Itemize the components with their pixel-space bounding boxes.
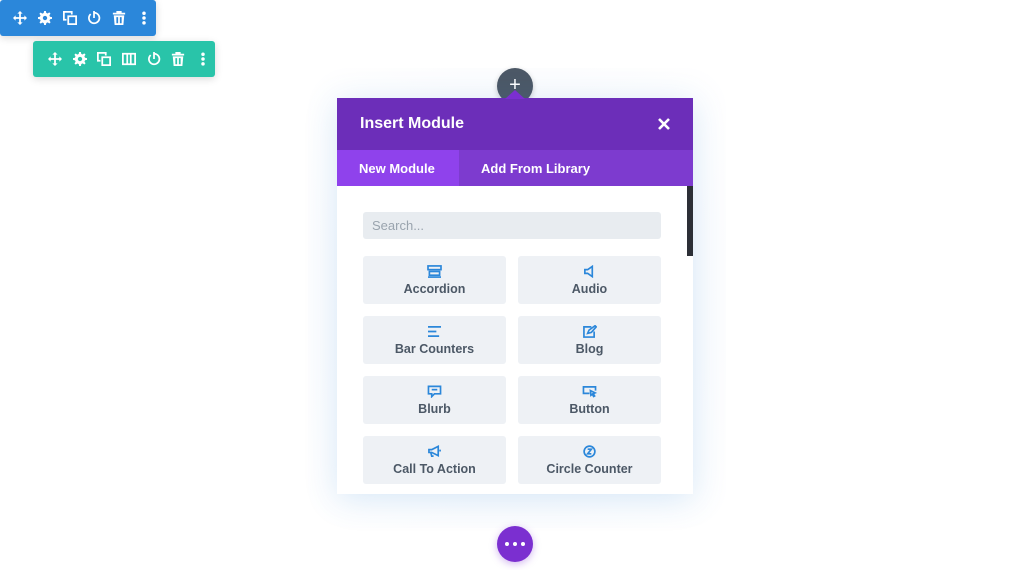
row-duplicate-icon[interactable] [92, 41, 117, 77]
module-tile-blog[interactable]: Blog [518, 316, 661, 364]
circle-counter-icon [582, 444, 598, 458]
row-columns-icon[interactable] [117, 41, 142, 77]
call-to-action-icon [427, 444, 443, 458]
dot [505, 542, 509, 546]
row-toolbar [33, 41, 215, 77]
module-tile-audio[interactable]: Audio [518, 256, 661, 304]
section-duplicate-icon[interactable] [57, 0, 82, 36]
modal-body: Accordion Audio Bar Counters Blog [337, 186, 693, 494]
module-label: Circle Counter [546, 462, 633, 476]
modal-header: Insert Module [337, 98, 693, 150]
section-gear-icon[interactable] [33, 0, 58, 36]
module-label: Accordion [403, 282, 466, 296]
module-label: Audio [571, 282, 608, 296]
tab-add-from-library[interactable]: Add From Library [459, 150, 612, 186]
row-more-vertical-icon[interactable] [190, 41, 215, 77]
insert-module-modal: Insert Module New Module Add From Librar… [337, 98, 693, 494]
module-tile-button[interactable]: Button [518, 376, 661, 424]
row-gear-icon[interactable] [68, 41, 93, 77]
module-tile-bar-counters[interactable]: Bar Counters [363, 316, 506, 364]
module-tile-circle-counter[interactable]: Circle Counter [518, 436, 661, 484]
scrollbar[interactable] [687, 186, 693, 256]
module-tile-blurb[interactable]: Blurb [363, 376, 506, 424]
bar-counters-icon [427, 324, 443, 338]
module-label: Blurb [418, 402, 451, 416]
module-label: Call To Action [393, 462, 476, 476]
modal-title: Insert Module [360, 115, 465, 132]
dot [513, 542, 517, 546]
section-move-icon[interactable] [8, 0, 33, 36]
row-power-icon[interactable] [141, 41, 166, 77]
section-more-vertical-icon[interactable] [131, 0, 156, 36]
section-trash-icon[interactable] [107, 0, 132, 36]
row-trash-icon[interactable] [166, 41, 191, 77]
close-icon[interactable] [657, 117, 671, 131]
modal-pointer-arrow [505, 90, 525, 99]
blog-icon [582, 324, 598, 338]
button-icon [582, 384, 598, 398]
module-label: Button [569, 402, 610, 416]
module-label: Blog [575, 342, 604, 356]
section-toolbar [0, 0, 156, 36]
accordion-icon [427, 264, 443, 278]
modal-tabs: New Module Add From Library [337, 150, 693, 186]
module-tile-call-to-action[interactable]: Call To Action [363, 436, 506, 484]
dot [521, 542, 525, 546]
row-move-icon[interactable] [43, 41, 68, 77]
tab-new-module[interactable]: New Module [337, 150, 459, 186]
audio-icon [582, 264, 598, 278]
module-label: Bar Counters [394, 342, 475, 356]
module-tile-accordion[interactable]: Accordion [363, 256, 506, 304]
section-power-icon[interactable] [82, 0, 107, 36]
search-input[interactable] [363, 212, 661, 239]
more-options-button[interactable] [497, 526, 533, 562]
blurb-icon [427, 384, 443, 398]
module-grid: Accordion Audio Bar Counters Blog Blurb … [363, 256, 661, 484]
